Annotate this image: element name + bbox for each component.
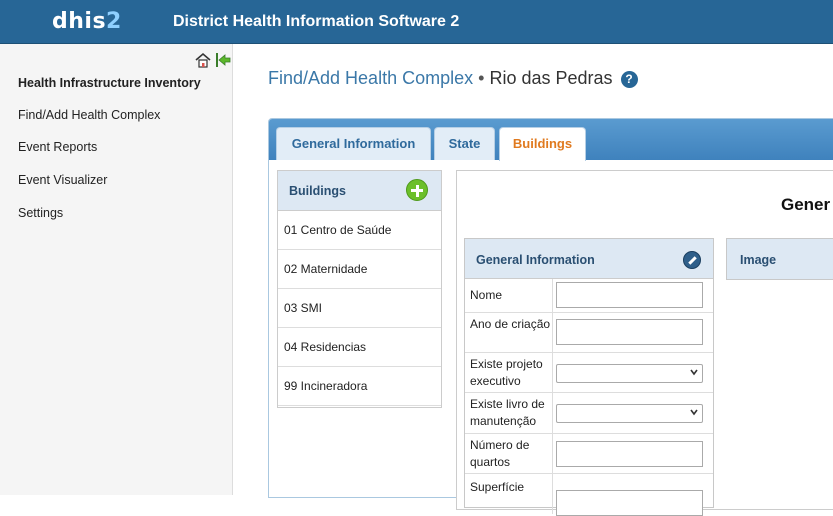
row-divider [552,353,553,392]
row-divider [552,474,553,514]
list-item[interactable]: 02 Maternidade [278,250,441,289]
edit-icon[interactable] [683,251,701,269]
numero-quartos-input[interactable] [556,441,703,467]
buildings-header-label: Buildings [289,184,346,198]
tab-general-information[interactable]: General Information [276,127,431,160]
buildings-list-panel: Buildings 01 Centro de Saúde 02 Maternid… [277,170,442,408]
sidebar-toolbar [195,52,231,70]
chevron-down-icon [689,367,699,380]
chevron-down-icon [689,407,699,420]
row-divider [552,434,553,473]
general-information-panel: General Information Nome Ano de criação … [464,238,714,516]
page-title: Find/Add Health Complex • Rio das Pedras… [268,68,638,89]
top-header: dhis2 District Health Information Softwa… [0,0,833,44]
field-row-superficie: Superfície [465,474,713,516]
field-label-projeto-executivo: Existe projeto executivo [470,357,543,388]
row-divider [552,279,553,312]
sidebar-item-event-reports[interactable]: Event Reports [18,140,97,154]
projeto-executivo-select[interactable] [556,364,703,383]
livro-manutencao-select[interactable] [556,404,703,423]
row-divider [552,393,553,433]
field-row-numero-quartos: Número de quartos [465,434,713,474]
help-icon[interactable]: ? [620,71,638,88]
logo-text: dhis [52,9,107,34]
find-add-complex-link[interactable]: Find/Add Health Complex [268,68,473,88]
superficie-input[interactable] [556,490,703,516]
general-information-header: General Information [465,239,713,279]
tab-state[interactable]: State [434,127,495,160]
row-divider [552,313,553,352]
complex-name: Rio das Pedras [489,68,613,88]
sidebar-item-event-visualizer[interactable]: Event Visualizer [18,173,107,187]
field-row-livro-manutencao: Existe livro de manutenção [465,393,713,434]
field-row-nome: Nome [465,279,713,313]
field-row-projeto-executivo: Existe projeto executivo [465,353,713,393]
tabs-header: General Information State Buildings [269,119,833,161]
field-label-numero-quartos: Número de quartos [470,438,530,469]
ano-criacao-input[interactable] [556,319,703,345]
sidebar-item-settings[interactable]: Settings [18,206,63,220]
logo-number: 2 [106,9,122,34]
app-title: District Health Information Software 2 [173,13,460,30]
list-item[interactable]: 01 Centro de Saúde [278,211,441,250]
field-label-ano-criacao: Ano de criação [470,317,551,331]
home-icon[interactable] [195,52,211,68]
buildings-list-header: Buildings [278,171,441,211]
image-panel: Image [726,238,833,280]
title-separator: • [478,68,485,88]
list-item[interactable]: 99 Incineradora [278,367,441,406]
tab-buildings[interactable]: Buildings [499,127,586,161]
add-building-icon[interactable] [406,179,428,201]
sidebar-item-find-add-complex[interactable]: Find/Add Health Complex [18,108,160,122]
left-sidebar: Health Infrastructure Inventory Find/Add… [0,44,233,495]
dhis2-logo[interactable]: dhis2 [52,9,122,34]
field-row-ano-criacao: Ano de criação [465,313,713,353]
back-arrow-icon[interactable] [215,52,231,68]
nome-input[interactable] [556,282,703,308]
field-label-livro-manutencao: Existe livro de manutenção [470,397,545,428]
form-section-title: Gener [781,195,831,214]
image-panel-label: Image [740,253,777,267]
list-item[interactable]: 04 Residencias [278,328,441,367]
sidebar-item-health-infrastructure[interactable]: Health Infrastructure Inventory [18,76,201,90]
general-information-label: General Information [476,253,595,267]
list-item[interactable]: 03 SMI [278,289,441,328]
field-label-superficie: Superfície [470,480,525,494]
field-label-nome: Nome [470,288,503,302]
